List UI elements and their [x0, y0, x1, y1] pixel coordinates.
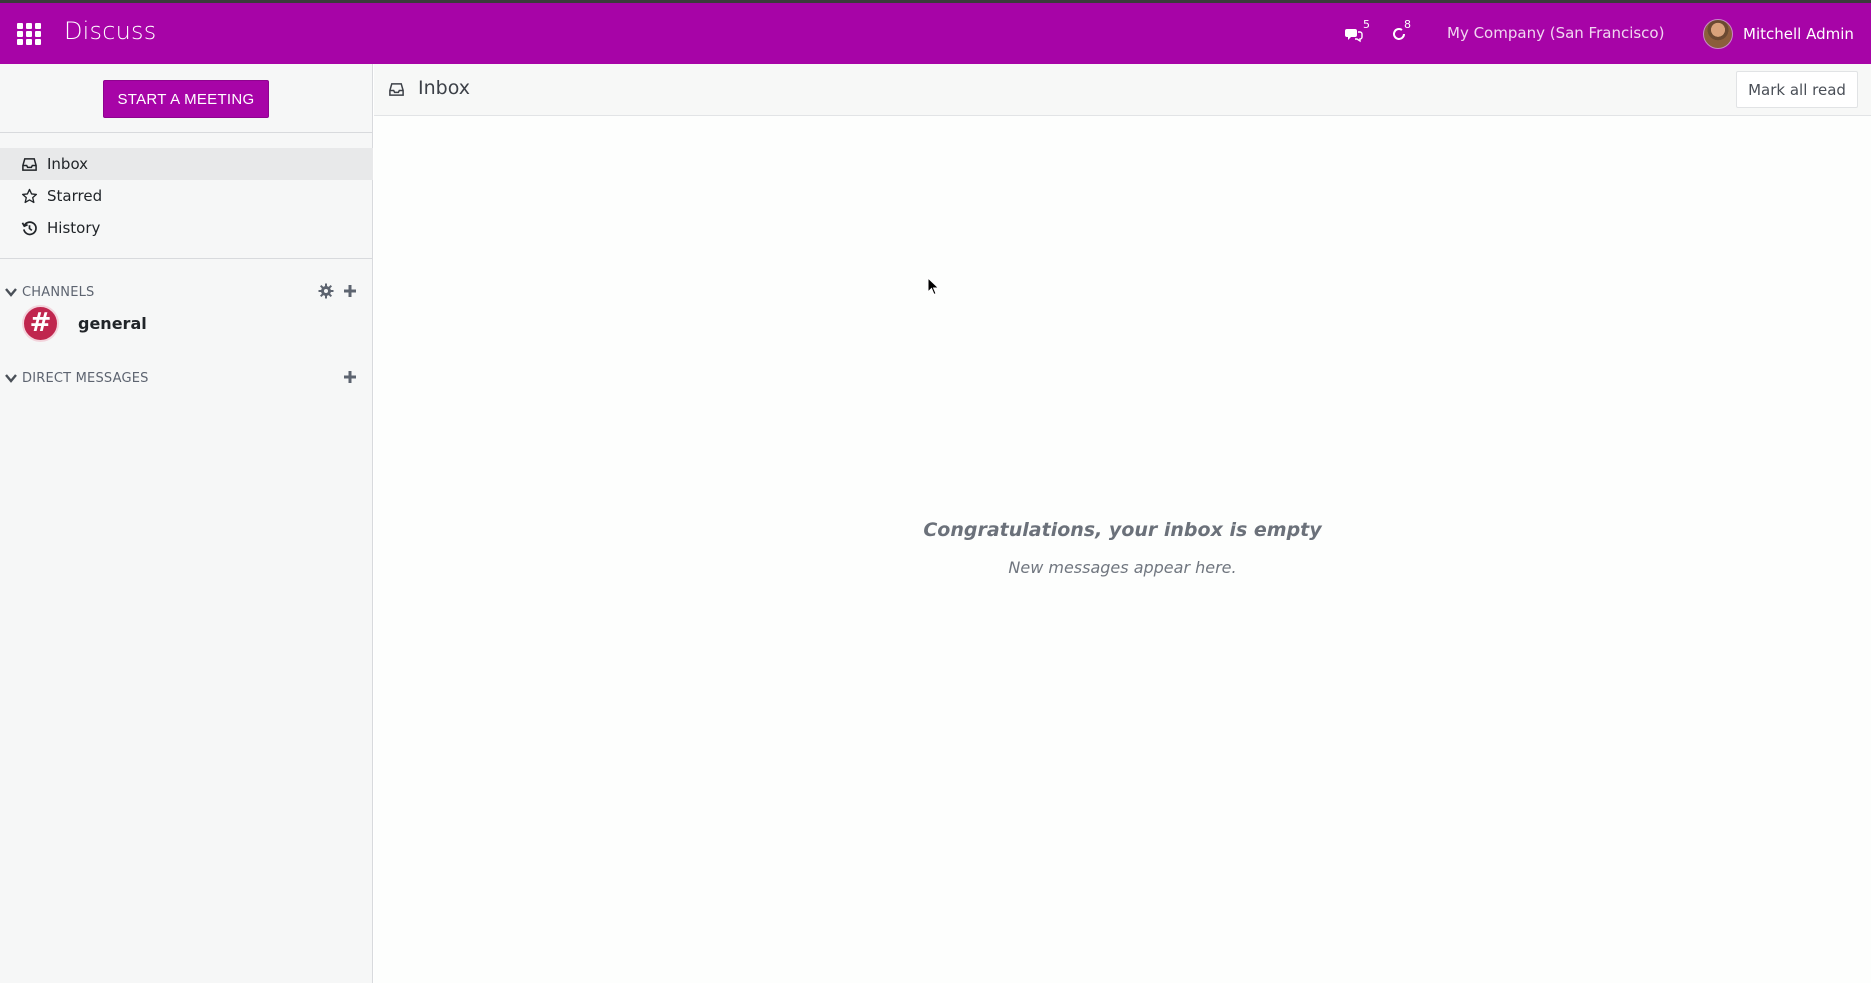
sidebar-item-label: Inbox — [47, 155, 89, 173]
activity-menu[interactable]: 8 — [1390, 3, 1411, 64]
app-title[interactable]: Discuss — [64, 17, 156, 45]
sidebar-item-history[interactable]: History — [0, 212, 373, 244]
history-icon — [21, 220, 37, 235]
messages-badge: 5 — [1363, 18, 1370, 31]
channels-actions — [318, 283, 358, 299]
hash-icon: # — [29, 308, 52, 338]
messaging-menu[interactable]: 5 — [1345, 3, 1370, 64]
channel-name: general — [78, 313, 147, 333]
direct-messages-actions — [342, 369, 358, 385]
add-chat-icon[interactable] — [342, 369, 358, 385]
sidebar-divider — [0, 258, 373, 259]
chevron-down-icon[interactable] — [4, 285, 18, 299]
main-navbar: Discuss 5 8 My Company (San Francisco) M… — [0, 3, 1871, 64]
sidebar-divider — [0, 132, 373, 133]
grid-icon — [17, 23, 41, 45]
user-avatar — [1703, 19, 1733, 49]
gear-icon[interactable] — [318, 283, 334, 299]
mark-all-read-button[interactable]: Mark all read — [1736, 71, 1858, 108]
thread-header: Inbox Mark all read — [374, 64, 1871, 116]
user-menu[interactable]: Mitchell Admin — [1703, 17, 1854, 51]
discuss-sidebar: START A MEETING Inbox Starred History CH… — [0, 64, 373, 983]
star-icon — [21, 188, 38, 203]
inbox-icon — [22, 157, 37, 171]
thread-view: Inbox Mark all read Congratulations, you… — [374, 64, 1871, 983]
start-meeting-button[interactable]: START A MEETING — [103, 80, 269, 118]
add-channel-icon[interactable] — [342, 283, 358, 299]
company-switcher[interactable]: My Company (San Francisco) — [1447, 24, 1664, 42]
empty-inbox-title: Congratulations, your inbox is empty — [923, 519, 1322, 541]
channel-item-general[interactable]: # general — [0, 301, 373, 345]
chat-bubbles-icon — [1345, 28, 1363, 42]
chevron-down-icon[interactable] — [4, 371, 18, 385]
apps-menu-button[interactable] — [16, 21, 42, 47]
channel-avatar: # — [22, 304, 59, 342]
empty-inbox-subtitle: New messages appear here. — [1008, 558, 1237, 577]
activities-badge: 8 — [1404, 18, 1411, 31]
sidebar-item-label: Starred — [47, 187, 103, 205]
channels-header[interactable]: CHANNELS — [22, 285, 95, 300]
sidebar-item-label: History — [47, 219, 101, 237]
sidebar-item-inbox[interactable]: Inbox — [0, 148, 373, 180]
thread-title: Inbox — [418, 77, 470, 99]
mouse-cursor-icon — [927, 277, 940, 296]
inbox-icon — [389, 83, 404, 96]
sidebar-item-starred[interactable]: Starred — [0, 180, 373, 212]
direct-messages-category: DIRECT MESSAGES — [4, 366, 364, 390]
user-name: Mitchell Admin — [1743, 25, 1854, 43]
direct-messages-header[interactable]: DIRECT MESSAGES — [22, 371, 149, 386]
